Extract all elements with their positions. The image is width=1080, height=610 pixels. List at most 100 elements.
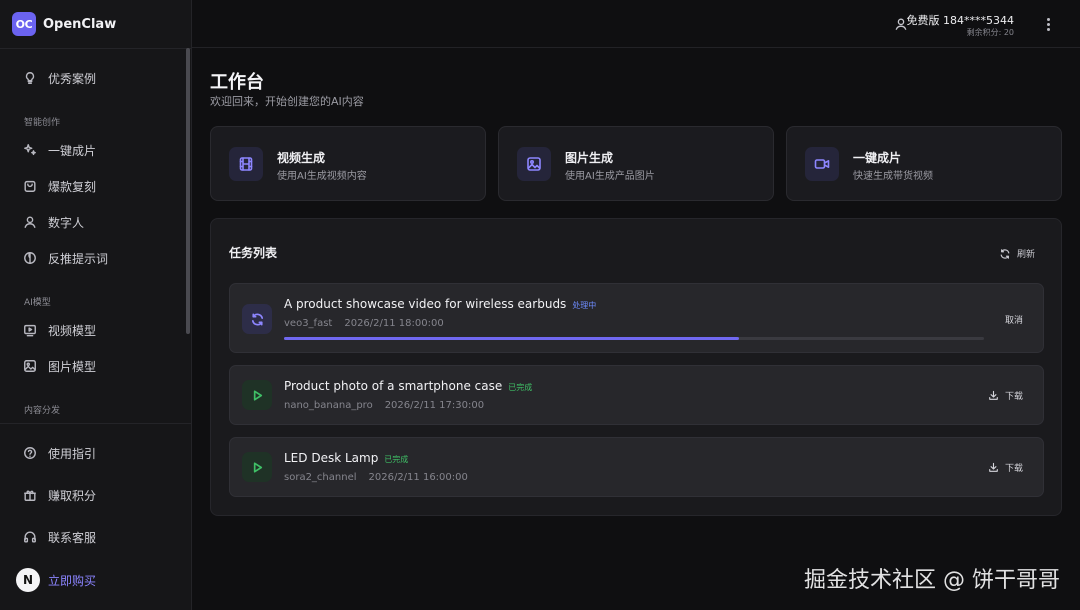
- play-icon: [242, 380, 272, 410]
- download-button[interactable]: 下载: [988, 461, 1023, 474]
- refresh-icon: [1000, 248, 1010, 259]
- bag-icon: [22, 178, 38, 194]
- quick-action-one-click-video[interactable]: 一键成片 快速生成带货视频: [786, 126, 1062, 201]
- user-icon: [22, 214, 38, 230]
- sidebar-item-guide[interactable]: 使用指引: [22, 443, 96, 463]
- headphones-icon: [22, 529, 38, 545]
- sidebar-divider: [0, 48, 191, 49]
- refresh-button[interactable]: 刷新: [999, 247, 1035, 260]
- download-button[interactable]: 下载: [988, 389, 1023, 402]
- quick-action-image-generation[interactable]: 图片生成 使用AI生成产品图片: [498, 126, 774, 201]
- sidebar-divider: [0, 423, 191, 424]
- download-icon: [989, 462, 998, 472]
- brand-logo: OC: [12, 12, 36, 36]
- play-icon: [242, 452, 272, 482]
- task-progress-fill: [284, 337, 739, 340]
- compass-icon: [22, 250, 38, 266]
- sidebar-item-label: 一键成片: [48, 143, 97, 158]
- refresh-label: 刷新: [1016, 250, 1035, 260]
- image-icon: [22, 358, 38, 374]
- task-progress-bar: [284, 337, 984, 340]
- status-badge: 处理中: [572, 301, 597, 310]
- quick-action-video-generation[interactable]: 视频生成 使用AI生成视频内容: [210, 126, 486, 201]
- task-title-row: A product showcase video for wireless ea…: [284, 297, 596, 311]
- sparkles-icon: [22, 142, 38, 158]
- sidebar-item-one-click-video[interactable]: 一键成片: [22, 140, 96, 160]
- task-time: 2026/2/11 17:30:00: [384, 400, 485, 411]
- task-item[interactable]: LED Desk Lamp 已完成 sora2_channel 2026/2/11 …: [229, 437, 1044, 497]
- sidebar-item-buy-now[interactable]: 立即购买: [48, 570, 96, 590]
- sidebar-item-viral-copy[interactable]: 爆款复刻: [22, 176, 96, 196]
- page-title: 工作台: [210, 72, 264, 93]
- task-title-row: LED Desk Lamp 已完成: [284, 451, 408, 465]
- plan-name: 免费版: [906, 14, 940, 27]
- task-name: A product showcase video for wireless ea…: [284, 297, 567, 311]
- quick-action-title: 图片生成: [565, 151, 614, 165]
- task-list-title: 任务列表: [229, 246, 278, 260]
- quick-action-title: 视频生成: [277, 151, 326, 165]
- image-icon: [517, 147, 551, 181]
- sidebar: OC OpenClaw 优秀案例 智能创作 一键成片 爆款复刻 数字人 反推提示…: [0, 0, 192, 610]
- task-item[interactable]: A product showcase video for wireless ea…: [229, 283, 1044, 353]
- brand[interactable]: OC OpenClaw: [12, 12, 116, 36]
- sidebar-section-ai-models: AI模型: [24, 298, 51, 308]
- quick-action-desc: 快速生成带货视频: [853, 171, 933, 182]
- gift-icon: [22, 487, 38, 503]
- task-model: veo3_fast: [284, 318, 333, 329]
- sidebar-item-showcase[interactable]: 优秀案例: [22, 68, 96, 88]
- page-subtitle: 欢迎回来，开始创建您的AI内容: [210, 95, 364, 108]
- task-meta: veo3_fast 2026/2/11 18:00:00: [284, 318, 444, 329]
- help-circle-icon: [22, 445, 38, 461]
- sidebar-scrollbar[interactable]: [186, 48, 190, 334]
- task-item[interactable]: Product photo of a smartphone case 已完成 na…: [229, 365, 1044, 425]
- task-time: 2026/2/11 18:00:00: [344, 318, 444, 329]
- sidebar-item-label: 使用指引: [48, 446, 97, 461]
- task-time: 2026/2/11 16:00:00: [368, 472, 468, 483]
- app-root: OC OpenClaw 优秀案例 智能创作 一键成片 爆款复刻 数字人 反推提示…: [0, 0, 1080, 610]
- sidebar-section-creation: 智能创作: [24, 118, 61, 128]
- lightbulb-icon: [22, 70, 38, 86]
- sidebar-item-label: 优秀案例: [48, 71, 97, 86]
- sidebar-item-label: 反推提示词: [48, 251, 109, 266]
- status-badge: 已完成: [508, 383, 533, 392]
- cancel-label: 取消: [1004, 316, 1023, 326]
- sidebar-item-video-model[interactable]: 视频模型: [22, 320, 96, 340]
- sidebar-item-support[interactable]: 联系客服: [22, 527, 96, 547]
- task-meta: sora2_channel 2026/2/11 16:00:00: [284, 472, 468, 483]
- watermark: 掘金技术社区 @ 饼干哥哥: [804, 568, 1060, 593]
- quick-action-desc: 使用AI生成视频内容: [277, 171, 367, 182]
- sidebar-item-label: 图片模型: [48, 359, 97, 374]
- task-meta: nano_banana_pro 2026/2/11 17:30:00: [284, 400, 484, 411]
- brand-name: OpenClaw: [43, 16, 117, 32]
- task-name: Product photo of a smartphone case: [284, 379, 503, 393]
- task-title-row: Product photo of a smartphone case 已完成: [284, 379, 532, 393]
- download-icon: [989, 390, 998, 400]
- video-play-icon: [22, 322, 38, 338]
- top-bar: 免费版 184****5344 剩余积分: 20: [192, 0, 1080, 48]
- sidebar-section-distribution: 内容分发: [24, 406, 61, 416]
- status-badge: 已完成: [384, 455, 409, 464]
- film-icon: [229, 147, 263, 181]
- more-menu-button[interactable]: [1042, 14, 1054, 34]
- sidebar-item-label: 视频模型: [48, 323, 97, 338]
- account-plan[interactable]: 免费版 184****5344: [907, 12, 1015, 28]
- task-model: sora2_channel: [284, 472, 357, 483]
- sync-icon: [242, 304, 272, 334]
- quick-action-title: 一键成片: [853, 151, 902, 165]
- camera-icon: [805, 147, 839, 181]
- sidebar-item-reverse-prompt[interactable]: 反推提示词: [22, 248, 108, 268]
- sidebar-item-label: 联系客服: [48, 530, 97, 545]
- sidebar-item-label: 赚取积分: [48, 488, 97, 503]
- sidebar-item-label: 爆款复刻: [48, 179, 97, 194]
- account-phone: 184****5344: [943, 14, 1014, 27]
- quick-action-desc: 使用AI生成产品图片: [565, 171, 655, 182]
- sidebar-item-digital-human[interactable]: 数字人: [22, 212, 84, 232]
- task-model: nano_banana_pro: [284, 400, 373, 411]
- download-label: 下载: [1004, 464, 1023, 474]
- cancel-button[interactable]: 取消: [1005, 313, 1023, 326]
- points-remaining: 剩余积分: 20: [966, 28, 1014, 37]
- sidebar-item-earn-points[interactable]: 赚取积分: [22, 485, 96, 505]
- task-list-panel: 任务列表 刷新 A product showcase video for wir…: [210, 218, 1062, 516]
- sidebar-item-label: 立即购买: [48, 573, 97, 588]
- sidebar-item-image-model[interactable]: 图片模型: [22, 356, 96, 376]
